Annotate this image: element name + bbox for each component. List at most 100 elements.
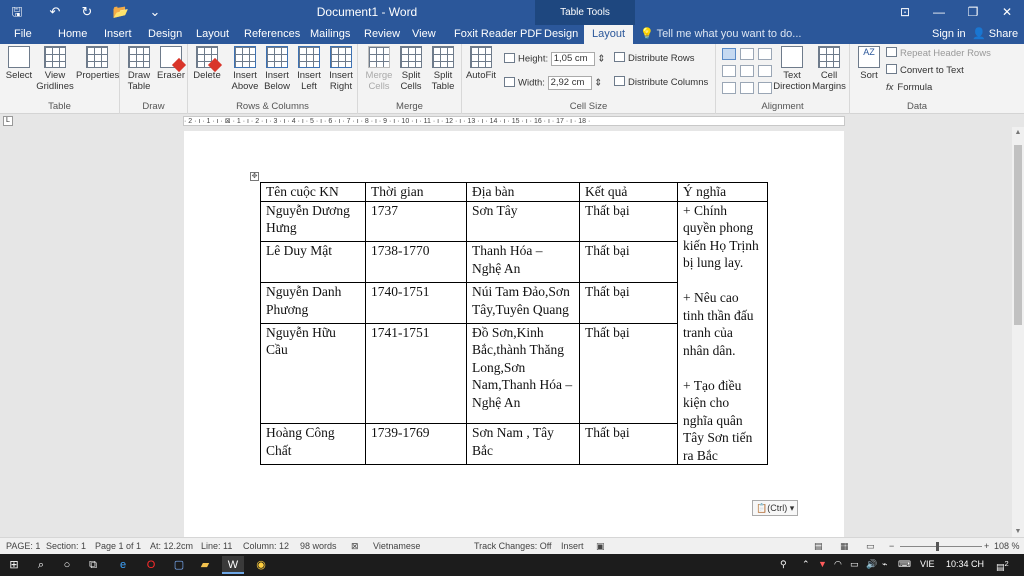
align-center-button[interactable] (740, 65, 754, 77)
battery-icon[interactable]: ▭ (850, 559, 859, 570)
status-track-changes[interactable]: Track Changes: Off (474, 541, 552, 551)
autofit-button[interactable]: AutoFit (464, 46, 498, 81)
meaning-cell[interactable]: + Chính quyền phong kiến Họ Trịnh bị lun… (677, 200, 768, 465)
formula-button[interactable]: fx Formula (886, 81, 932, 95)
width-input[interactable]: 2,92 cm (547, 76, 592, 90)
cortana-icon[interactable]: ○ (56, 556, 78, 574)
zoom-slider[interactable] (900, 546, 982, 547)
tab-layout[interactable]: Layout (188, 25, 237, 44)
align-bottom-left-button[interactable] (722, 82, 736, 94)
table-cell[interactable]: Thất bại (579, 282, 678, 324)
table-cell[interactable]: Nguyễn Dương Hưng (260, 200, 366, 243)
web-layout-icon[interactable]: ▭ (866, 541, 875, 552)
select-button[interactable]: Select (2, 46, 36, 81)
status-line[interactable]: Line: 11 (201, 541, 232, 551)
cell-margins-button[interactable]: Cell Margins (810, 46, 848, 92)
chrome-icon[interactable]: ◉ (250, 556, 272, 574)
align-bottom-right-button[interactable] (758, 82, 772, 94)
notifications-icon[interactable]: ▤2 (996, 559, 1009, 573)
tab-home[interactable]: Home (50, 25, 95, 44)
clock[interactable]: 10:34 CH (946, 559, 984, 569)
wifi-icon[interactable]: ◠ (834, 559, 842, 570)
page[interactable]: ✥ Tên cuộc KN Thời gian Địa bàn Kết quả … (184, 131, 844, 537)
distribute-columns-button[interactable]: Distribute Columns (614, 76, 708, 90)
close-button[interactable]: ✕ (990, 0, 1024, 25)
table-cell[interactable]: Sơn Nam , Tây Bắc (466, 423, 580, 465)
tab-foxit[interactable]: Foxit Reader PDF (446, 25, 550, 44)
vertical-scrollbar[interactable]: ▲ ▼ (1012, 127, 1024, 537)
align-top-center-button[interactable] (740, 48, 754, 60)
zoom-slider-thumb[interactable] (936, 542, 939, 551)
table-cell[interactable]: 1741-1751 (365, 322, 467, 425)
align-top-right-button[interactable] (758, 48, 772, 60)
header-cell[interactable]: Ý nghĩa (677, 182, 768, 202)
scroll-down-icon[interactable]: ▼ (1012, 528, 1024, 535)
table-cell[interactable]: Thất bại (579, 322, 678, 425)
table-cell[interactable]: 1737 (365, 200, 467, 243)
table-cell[interactable]: Nguyễn Hữu Cầu (260, 322, 366, 425)
header-cell[interactable]: Kết quả (579, 182, 678, 202)
antivirus-icon[interactable]: ▼ (818, 559, 827, 569)
people-icon[interactable]: ⚲ (780, 559, 787, 570)
status-column[interactable]: Column: 12 (243, 541, 289, 551)
windows-start-icon[interactable]: ⊞ (3, 556, 25, 574)
tab-file[interactable]: File (6, 25, 40, 44)
insert-right-button[interactable]: Insert Right (324, 46, 358, 92)
show-hidden-icons-icon[interactable]: ⌃ (802, 559, 810, 570)
sort-button[interactable]: AZ Sort (852, 46, 886, 81)
opera-icon[interactable]: O (140, 556, 162, 574)
volume-icon[interactable]: 🔊 (866, 559, 877, 570)
input-language[interactable]: VIE (920, 559, 935, 569)
table-cell[interactable]: Nguyễn Danh Phương (260, 282, 366, 324)
eraser-button[interactable]: Eraser (154, 46, 188, 81)
history-table[interactable]: Tên cuộc KN Thời gian Địa bàn Kết quả Ý … (260, 182, 768, 465)
status-at[interactable]: At: 12.2cm (150, 541, 193, 551)
tab-review[interactable]: Review (356, 25, 408, 44)
draw-table-button[interactable]: Draw Table (122, 46, 156, 92)
table-cell[interactable]: Thanh Hóa – Nghệ An (466, 241, 580, 284)
network-icon[interactable]: ⌁ (882, 559, 887, 570)
zoom-out-icon[interactable]: − (889, 541, 894, 551)
tab-table-design[interactable]: Design (536, 25, 586, 44)
table-cell[interactable]: 1739-1769 (365, 423, 467, 465)
paste-options-button[interactable]: 📋(Ctrl) ▾ (752, 500, 798, 516)
height-input[interactable]: 1,05 cm (550, 52, 595, 66)
properties-button[interactable]: Properties (76, 46, 119, 81)
proofing-icon[interactable]: ⊠ (351, 541, 359, 552)
table-cell[interactable]: Sơn Tây (466, 200, 580, 243)
share-button[interactable]: 👤 Share (972, 25, 1018, 43)
tab-insert[interactable]: Insert (96, 25, 140, 44)
split-table-button[interactable]: Split Table (426, 46, 460, 92)
repeat-header-rows-button[interactable]: Repeat Header Rows (886, 47, 991, 61)
search-icon[interactable]: ⌕ (30, 556, 52, 574)
task-view-icon[interactable]: ⧉ (82, 556, 104, 574)
table-cell[interactable]: Thất bại (579, 423, 678, 465)
tab-view[interactable]: View (404, 25, 444, 44)
insert-above-button[interactable]: Insert Above (228, 46, 262, 92)
table-cell[interactable]: Hoàng Công Chất (260, 423, 366, 465)
insert-left-button[interactable]: Insert Left (292, 46, 326, 92)
status-page[interactable]: PAGE: 1 (6, 541, 40, 551)
scrollbar-thumb[interactable] (1014, 145, 1022, 325)
keyboard-icon[interactable]: ⌨ (898, 559, 911, 570)
table-cell[interactable]: Lê Duy Mật (260, 241, 366, 284)
distribute-rows-button[interactable]: Distribute Rows (614, 52, 695, 66)
tab-references[interactable]: References (236, 25, 308, 44)
macro-record-icon[interactable]: ▣ (596, 541, 605, 552)
edge-icon[interactable]: e (112, 556, 134, 574)
table-cell[interactable]: 1740-1751 (365, 282, 467, 324)
zoom-in-icon[interactable]: + (984, 541, 989, 551)
insert-below-button[interactable]: Insert Below (260, 46, 294, 92)
word-taskbar-icon[interactable]: W (222, 556, 244, 574)
text-direction-button[interactable]: Text Direction (772, 46, 812, 92)
zoom-level[interactable]: 108 % (994, 541, 1020, 551)
table-cell[interactable]: Thất bại (579, 200, 678, 243)
zalo-icon[interactable]: ▢ (168, 556, 190, 574)
file-explorer-icon[interactable]: ▰ (194, 556, 216, 574)
convert-to-text-button[interactable]: Convert to Text (886, 64, 964, 78)
status-section[interactable]: Section: 1 (46, 541, 86, 551)
scroll-up-icon[interactable]: ▲ (1012, 129, 1024, 136)
status-page-of[interactable]: Page 1 of 1 (95, 541, 141, 551)
header-cell[interactable]: Tên cuộc KN (260, 182, 366, 202)
align-top-left-button[interactable] (722, 48, 736, 60)
